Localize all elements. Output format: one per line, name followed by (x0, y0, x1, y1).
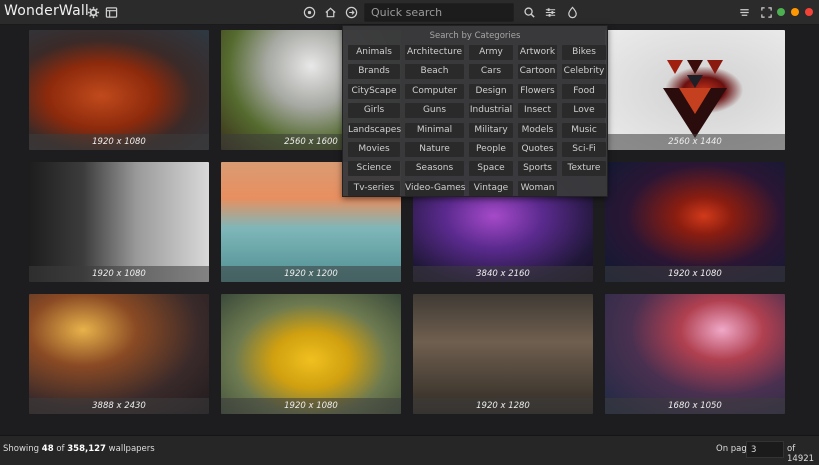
wallpaper-resolution: 1920 x 1080 (29, 266, 209, 282)
category-brands[interactable]: Brands (348, 64, 400, 80)
wallpaper-tile[interactable]: 2560 x 1440 (605, 30, 785, 150)
app-title: WonderWall (4, 3, 90, 19)
category-quotes[interactable]: Quotes (518, 142, 557, 157)
title-bar: WonderWall (0, 0, 819, 25)
category-cars[interactable]: Cars (469, 64, 513, 80)
play-circle-icon[interactable] (302, 5, 316, 19)
close-button[interactable] (805, 8, 813, 16)
wallpaper-tile[interactable]: 3888 x 2430 (29, 294, 209, 414)
wallpaper-resolution: 1920 x 1080 (221, 398, 401, 414)
category-sci-fi[interactable]: Sci-Fi (562, 142, 606, 157)
filter-sliders-icon[interactable] (543, 5, 557, 19)
status-prefix: Showing (3, 444, 40, 454)
page-number-input[interactable] (746, 441, 784, 458)
category-tv-series[interactable]: Tv-series (348, 180, 400, 196)
gallery-icon[interactable] (104, 5, 118, 19)
category-movies[interactable]: Movies (348, 142, 400, 157)
wallpaper-resolution: 3888 x 2430 (29, 398, 209, 414)
category-cityscape[interactable]: CityScape (348, 83, 400, 99)
wallpaper-tile[interactable]: 1680 x 1050 (605, 294, 785, 414)
wallpaper-tile[interactable]: 1920 x 1080 (221, 294, 401, 414)
wallpaper-resolution: 1920 x 1080 (605, 266, 785, 282)
dropdown-title: Search by Categories (429, 31, 521, 41)
quick-search-input[interactable] (364, 3, 514, 22)
category-celebrity[interactable]: Celebrity (562, 64, 606, 80)
category-bikes[interactable]: Bikes (562, 45, 606, 60)
home-icon[interactable] (323, 5, 337, 19)
category-cartoon[interactable]: Cartoon (518, 64, 557, 80)
category-computer[interactable]: Computer (405, 83, 464, 99)
wallpaper-count: Showing 48 of 358,127 wallpapers (3, 444, 155, 454)
wallpaper-tile[interactable]: 1920 x 1280 (413, 294, 593, 414)
category-animals[interactable]: Animals (348, 45, 400, 60)
settings-icon[interactable] (86, 5, 100, 19)
total-count: 358,127 (67, 444, 106, 454)
category-army[interactable]: Army (469, 45, 513, 60)
fullscreen-icon[interactable] (759, 5, 773, 19)
category-artwork[interactable]: Artwork (518, 45, 557, 60)
category-people[interactable]: People (469, 142, 513, 157)
category-space[interactable]: Space (469, 161, 513, 177)
shown-count: 48 (41, 444, 54, 454)
color-drop-icon[interactable] (565, 5, 579, 19)
wallpaper-tile[interactable]: 1920 x 1080 (29, 30, 209, 150)
wallpaper-resolution: 3840 x 2160 (413, 266, 593, 282)
category-guns[interactable]: Guns (405, 103, 464, 119)
maximize-button[interactable] (791, 8, 799, 16)
category-minimal[interactable]: Minimal (405, 122, 464, 138)
category-models[interactable]: Models (518, 122, 557, 138)
category-industrial[interactable]: Industrial (469, 103, 513, 119)
category-food[interactable]: Food (562, 83, 606, 99)
triangle-art-icon (663, 60, 727, 138)
wallpaper-tile[interactable]: 1920 x 1080 (605, 162, 785, 282)
categories-dropdown: Search by Categories Animals Architecture… (342, 25, 608, 197)
category-insect[interactable]: Insect (518, 103, 557, 119)
status-bar: Showing 48 of 358,127 wallpapers On page… (0, 435, 819, 465)
page-total: of 14921 (787, 444, 815, 464)
wallpaper-resolution: 2560 x 1440 (605, 134, 785, 150)
category-sports[interactable]: Sports (518, 161, 557, 177)
category-video-games[interactable]: Video-Games (405, 180, 465, 196)
category-beach[interactable]: Beach (405, 64, 464, 80)
category-landscapes[interactable]: Landscapes (348, 122, 401, 138)
menu-icon[interactable] (737, 5, 751, 19)
wallpaper-resolution: 1920 x 1080 (29, 134, 209, 150)
category-architecture[interactable]: Architecture (405, 45, 464, 60)
categories-icon[interactable] (344, 5, 358, 19)
wallpaper-resolution: 1680 x 1050 (605, 398, 785, 414)
category-design[interactable]: Design (469, 83, 513, 99)
category-science[interactable]: Science (348, 161, 400, 177)
category-vintage[interactable]: Vintage (469, 180, 513, 196)
status-suffix: wallpapers (108, 444, 155, 454)
status-of: of (56, 444, 65, 454)
category-military[interactable]: Military (469, 122, 513, 138)
category-girls[interactable]: Girls (348, 103, 400, 119)
category-love[interactable]: Love (562, 103, 606, 119)
category-seasons[interactable]: Seasons (405, 161, 464, 177)
minimize-button[interactable] (777, 8, 785, 16)
category-woman[interactable]: Woman (518, 180, 557, 196)
wallpaper-tile[interactable]: 1920 x 1080 (29, 162, 209, 282)
category-texture[interactable]: Texture (562, 161, 606, 177)
wallpaper-resolution: 1920 x 1280 (413, 398, 593, 414)
category-music[interactable]: Music (562, 122, 606, 138)
category-flowers[interactable]: Flowers (518, 83, 557, 99)
search-icon[interactable] (522, 5, 536, 19)
wallpaper-resolution: 1920 x 1200 (221, 266, 401, 282)
category-nature[interactable]: Nature (405, 142, 464, 157)
